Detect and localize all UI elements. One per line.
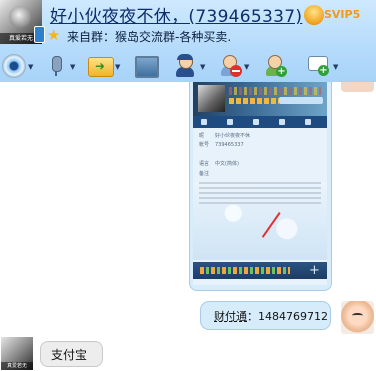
screenshot-app-bar: + — [193, 262, 327, 279]
voice-dropdown-icon[interactable]: ▼ — [70, 63, 75, 71]
user-block-icon — [218, 54, 242, 78]
microphone-icon — [44, 54, 68, 78]
mobile-online-icon — [34, 26, 45, 43]
screenshot-badges — [229, 87, 321, 95]
webcam-icon — [2, 54, 26, 78]
screenshot-text-block — [199, 182, 321, 204]
plus-icon: + — [309, 263, 320, 278]
account-number: 1484769712 — [258, 310, 328, 323]
video-call-button[interactable] — [2, 54, 26, 78]
remote-screen-button[interactable] — [135, 54, 159, 78]
toolbar: ▼ ▼ ▼ ▼ ▼ + + ▼ — [0, 50, 376, 82]
screenshot-row: 帐号 739465337 — [199, 142, 244, 148]
message-add-icon: + — [306, 54, 330, 78]
screenshot-row: 语言 中文(简体) — [199, 161, 239, 167]
my-avatar-caption: 真爱若无 — [1, 362, 33, 370]
message-text: 财付通：1484769712 — [214, 310, 328, 323]
group-name[interactable]: 猴岛交流群-各种买卖. — [115, 30, 231, 44]
screenshot-row: 备注 — [199, 171, 210, 177]
block-dropdown-icon[interactable]: ▼ — [244, 63, 249, 71]
profile-button[interactable] — [173, 54, 197, 78]
source-group: 来自群：猴岛交流群-各种买卖. — [67, 28, 231, 45]
screenshot-tabs — [193, 116, 327, 128]
message-dropdown-icon[interactable]: ▼ — [333, 63, 338, 71]
screenshot-app-icons — [200, 267, 290, 274]
message-bubble-me[interactable]: 支付宝 — [40, 341, 103, 367]
chat-header: 真爱若无 好小伙夜夜不休，(739465337) SVIP5 ★ 来自群：猴岛交… — [0, 0, 376, 82]
screenshot-message-bubble[interactable]: 昵好小伙夜夜不休 帐号 739465337 语言 中文(简体) 备注 + — [189, 82, 332, 291]
voice-call-button[interactable] — [44, 54, 68, 78]
profile-screenshot-image[interactable]: 昵好小伙夜夜不休 帐号 739465337 语言 中文(简体) 备注 + — [193, 82, 327, 285]
message-button[interactable]: + — [306, 54, 330, 78]
crown-icon — [304, 5, 324, 25]
peer-avatar[interactable] — [341, 301, 374, 334]
svip-badge[interactable]: SVIP5 — [304, 5, 360, 25]
contact-title[interactable]: 好小伙夜夜不休，(739465337) — [50, 2, 302, 27]
message-text: 支付宝 — [51, 348, 88, 362]
svip-level: SVIP5 — [324, 8, 361, 21]
folder-send-icon — [88, 57, 114, 77]
profile-dropdown-icon[interactable]: ▼ — [200, 63, 205, 71]
my-avatar[interactable]: 真爱若无 — [1, 337, 33, 370]
peer-avatar-partial — [341, 82, 374, 92]
group-prefix: 来自群： — [67, 30, 116, 44]
police-user-icon — [173, 54, 197, 78]
screenshot-level-icons — [229, 98, 279, 104]
video-dropdown-icon[interactable]: ▼ — [28, 63, 33, 71]
screenshot-header — [193, 82, 327, 116]
screenshot-row: 昵好小伙夜夜不休 — [199, 133, 251, 139]
screenshot-signature — [279, 97, 323, 104]
caifutong-link[interactable]: 财付通 — [214, 310, 247, 323]
block-contact-button[interactable] — [218, 54, 242, 78]
screenshot-avatar — [198, 85, 225, 112]
screenshot-background — [193, 182, 327, 260]
star-icon: ★ — [47, 26, 61, 44]
send-file-dropdown-icon[interactable]: ▼ — [115, 63, 120, 71]
add-friend-button[interactable]: + — [263, 54, 287, 78]
monitor-icon — [135, 56, 159, 78]
message-bubble-peer[interactable]: 财付通：1484769712 — [200, 301, 331, 330]
send-file-button[interactable] — [88, 54, 114, 78]
avatar-face — [9, 6, 31, 28]
user-add-icon: + — [263, 54, 287, 78]
